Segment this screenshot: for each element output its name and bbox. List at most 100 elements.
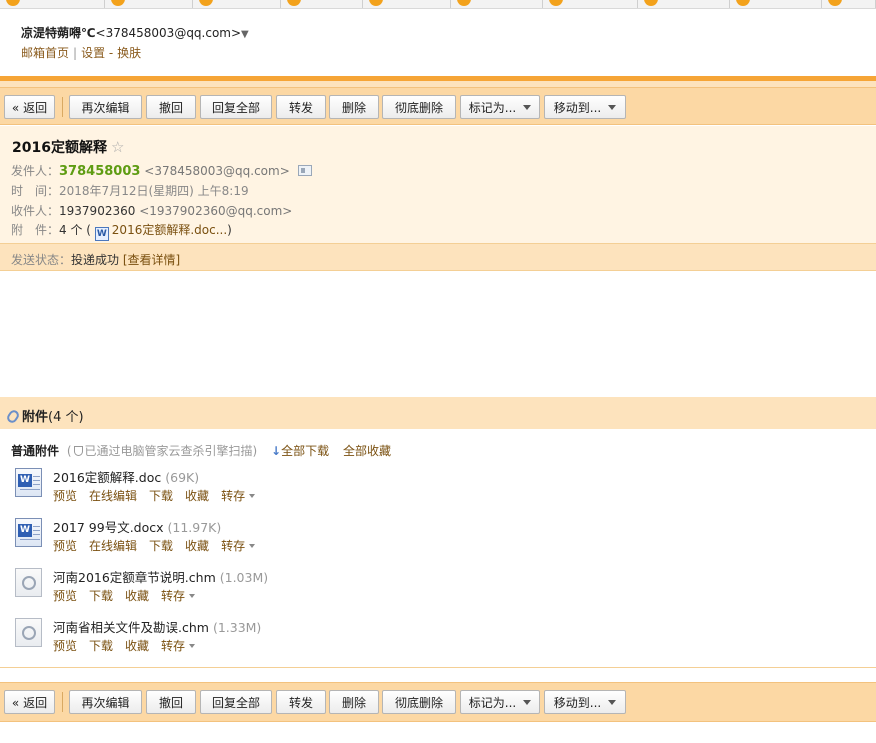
tab-icon xyxy=(644,0,658,6)
recall-button[interactable]: 撤回 xyxy=(146,95,196,119)
attachment-name[interactable]: 2017 99号文.docx (11.97K) xyxy=(53,517,221,536)
tab[interactable] xyxy=(281,0,363,8)
attachment-close-paren: ) xyxy=(227,223,232,237)
chm-file-icon[interactable] xyxy=(15,568,42,597)
delete-forever-button[interactable]: 彻底删除 xyxy=(382,690,456,714)
save-all-link[interactable]: 全部收藏 xyxy=(343,444,391,458)
attachment-action-2[interactable]: 下载 xyxy=(149,539,173,553)
reply-all-button[interactable]: 回复全部 xyxy=(200,95,272,119)
contact-card-icon[interactable] xyxy=(297,165,312,176)
recipient-name[interactable]: 1937902360 xyxy=(59,204,135,218)
attachment-filename[interactable]: 2016定额解释.doc xyxy=(53,470,161,485)
attachment-action-2[interactable]: 收藏 xyxy=(125,589,149,603)
account-caret-icon[interactable]: ▼ xyxy=(241,29,249,40)
attachment-item: W 2017 99号文.docx (11.97K) 预览 在线编辑 下载 收藏 转存 xyxy=(0,513,600,561)
download-all-link[interactable]: ↓全部下载 xyxy=(271,444,329,458)
account-links: 邮箱首页 | 设置 - 换肤 xyxy=(21,44,141,61)
attachment-first-link[interactable]: 2016定额解释.doc... xyxy=(112,223,227,237)
move-to-dropdown[interactable]: 移动到... xyxy=(544,690,626,714)
attachment-action-1[interactable]: 在线编辑 xyxy=(89,539,137,553)
attachment-filename[interactable]: 河南省相关文件及勘误.chm xyxy=(53,620,209,635)
attachment-filename[interactable]: 河南2016定额章节说明.chm xyxy=(53,570,216,585)
delete-button[interactable]: 删除 xyxy=(329,690,379,714)
word-doc-icon[interactable]: W xyxy=(15,518,42,547)
time-row: 时 间：2018年7月12日(星期四) 上午8:19 xyxy=(11,182,249,199)
delete-forever-button[interactable]: 彻底删除 xyxy=(382,95,456,119)
attachment-size: (11.97K) xyxy=(167,520,222,535)
word-doc-icon[interactable]: W xyxy=(15,468,42,497)
reedit-button[interactable]: 再次编辑 xyxy=(69,95,142,119)
mark-as-label: 标记为... xyxy=(468,100,517,115)
attachment-name[interactable]: 2016定额解释.doc (69K) xyxy=(53,467,199,486)
attachment-actions: 预览 在线编辑 下载 收藏 转存 xyxy=(53,487,267,504)
attachment-action-2[interactable]: 下载 xyxy=(149,489,173,503)
status-detail-link[interactable]: [查看详情] xyxy=(123,253,180,267)
tab[interactable] xyxy=(0,0,105,8)
attachment-name[interactable]: 河南省相关文件及勘误.chm (1.33M) xyxy=(53,617,261,636)
reedit-button[interactable]: 再次编辑 xyxy=(69,690,142,714)
paperclip-icon xyxy=(5,408,21,425)
chevron-down-icon xyxy=(608,699,617,705)
delete-button[interactable]: 删除 xyxy=(329,95,379,119)
attachment-action-0[interactable]: 预览 xyxy=(53,639,77,653)
move-to-dropdown[interactable]: 移动到... xyxy=(544,95,626,119)
attachment-action-2[interactable]: 收藏 xyxy=(125,639,149,653)
attachment-actions: 预览 下载 收藏 转存 xyxy=(53,587,207,604)
attachment-action-4[interactable]: 转存 xyxy=(221,539,255,553)
tab[interactable] xyxy=(451,0,543,8)
mailbox-home-link[interactable]: 邮箱首页 xyxy=(21,46,69,60)
attachments-title-text: 附件 xyxy=(22,410,49,425)
tab-icon xyxy=(369,0,383,6)
tab[interactable] xyxy=(822,0,876,8)
attachment-name[interactable]: 河南2016定额章节说明.chm (1.03M) xyxy=(53,567,268,586)
tab[interactable] xyxy=(363,0,451,8)
send-status-bar: 发送状态：投递成功 [查看详情] xyxy=(0,243,876,271)
attachment-action-1[interactable]: 在线编辑 xyxy=(89,489,137,503)
attachment-action-1[interactable]: 下载 xyxy=(89,589,113,603)
send-status-value: 投递成功 xyxy=(71,253,120,267)
attachment-action-3[interactable]: 转存 xyxy=(161,639,195,653)
mark-as-dropdown[interactable]: 标记为... xyxy=(460,95,540,119)
to-row: 收件人：1937902360 <1937902360@qq.com> xyxy=(11,202,292,219)
tab-icon xyxy=(199,0,213,6)
attachment-action-0[interactable]: 预览 xyxy=(53,539,77,553)
attachment-action-3[interactable]: 转存 xyxy=(161,589,195,603)
attachment-action-4[interactable]: 转存 xyxy=(221,489,255,503)
reply-all-button[interactable]: 回复全部 xyxy=(200,690,272,714)
back-button[interactable]: « 返回 xyxy=(4,690,55,714)
from-label: 发件人： xyxy=(11,164,60,178)
link-dash: - xyxy=(108,46,114,60)
mark-as-label: 标记为... xyxy=(468,695,517,710)
attachment-action-3[interactable]: 收藏 xyxy=(185,489,209,503)
attachment-filename[interactable]: 2017 99号文.docx xyxy=(53,520,164,535)
recall-button[interactable]: 撤回 xyxy=(146,690,196,714)
tab[interactable] xyxy=(193,0,281,8)
forward-button[interactable]: 转发 xyxy=(276,690,326,714)
back-button[interactable]: « 返回 xyxy=(4,95,55,119)
attachment-size: (69K) xyxy=(165,470,200,485)
attachments-title: 附件(4 个) xyxy=(5,406,84,425)
attachment-actions: 预览 下载 收藏 转存 xyxy=(53,637,207,654)
attachment-action-0[interactable]: 预览 xyxy=(53,589,77,603)
tab[interactable] xyxy=(730,0,822,8)
scan-open-paren: ( xyxy=(66,444,72,458)
sender-name[interactable]: 378458003 xyxy=(59,164,140,179)
tab-icon xyxy=(111,0,125,6)
send-status-row: 发送状态：投递成功 [查看详情] xyxy=(11,251,180,268)
tab[interactable] xyxy=(105,0,193,8)
chm-file-icon[interactable] xyxy=(15,618,42,647)
chevron-down-icon xyxy=(523,104,532,110)
change-skin-link[interactable]: 换肤 xyxy=(117,46,141,60)
mark-as-dropdown[interactable]: 标记为... xyxy=(460,690,540,714)
attachment-action-3[interactable]: 收藏 xyxy=(185,539,209,553)
star-icon[interactable]: ☆ xyxy=(111,138,124,156)
attachment-action-0[interactable]: 预览 xyxy=(53,489,77,503)
attachment-actions: 预览 在线编辑 下载 收藏 转存 xyxy=(53,537,267,554)
settings-link[interactable]: 设置 xyxy=(81,46,105,60)
forward-button[interactable]: 转发 xyxy=(276,95,326,119)
attachment-action-1[interactable]: 下载 xyxy=(89,639,113,653)
account-header[interactable]: 凉湜特蒴嘚℃<378458003@qq.com>▼ xyxy=(21,24,249,41)
subject-text: 2016定额解释 xyxy=(12,140,107,156)
tab[interactable] xyxy=(638,0,730,8)
tab[interactable] xyxy=(543,0,638,8)
